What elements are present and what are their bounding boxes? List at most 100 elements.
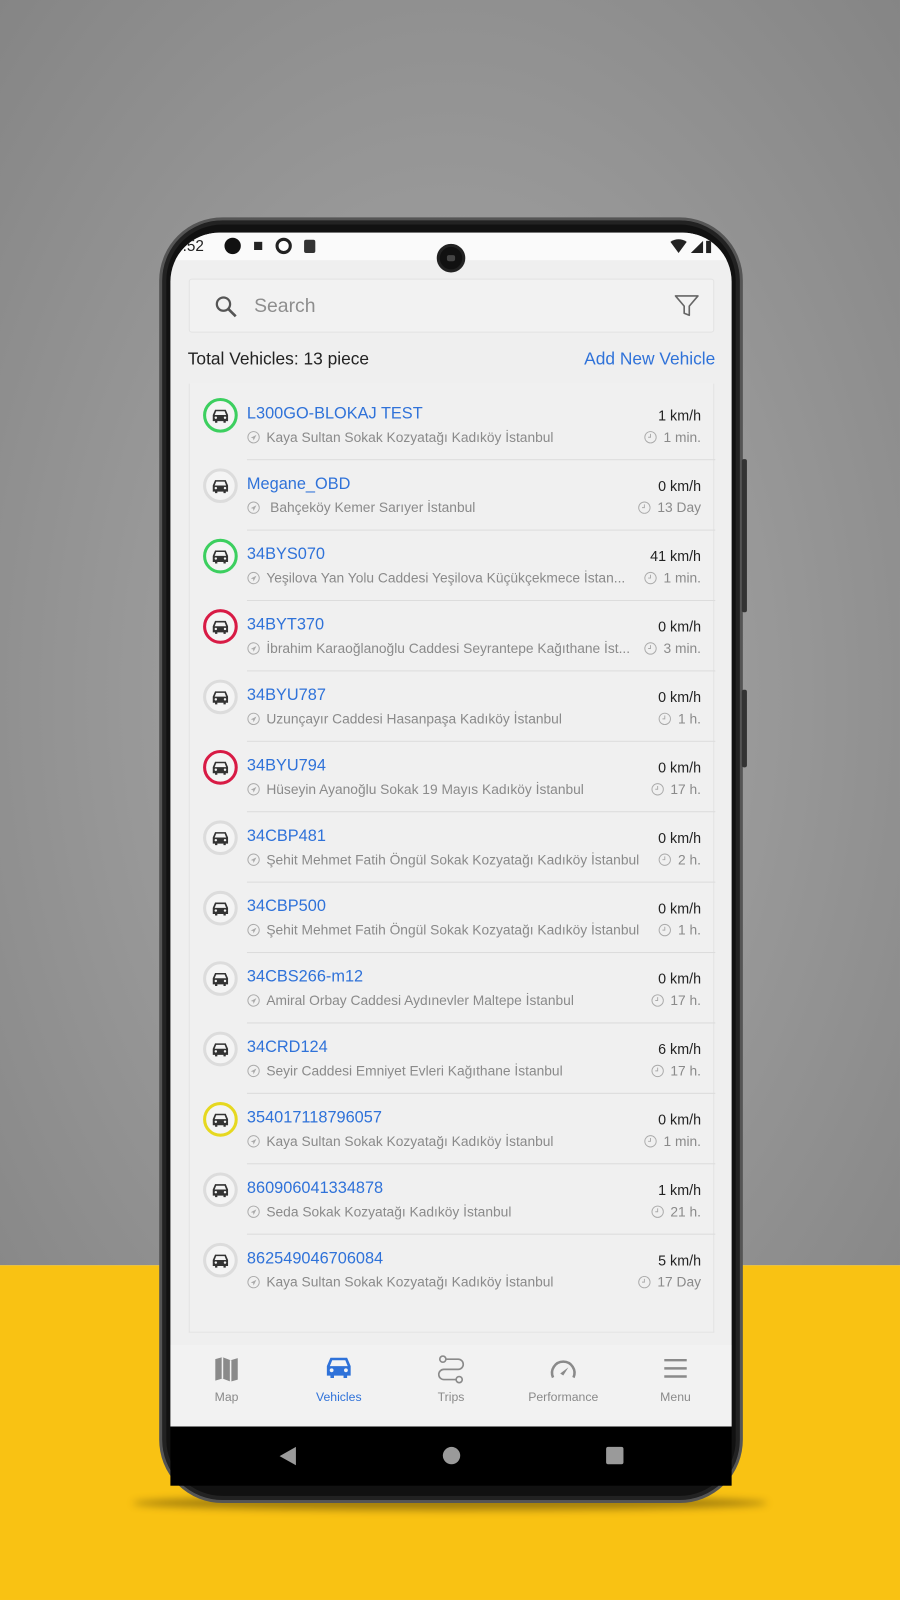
vehicle-row[interactable]: 34CBP500 Şehit Mehmet Fatih Öngül Sokak …	[190, 883, 716, 954]
vehicle-row[interactable]: 34BYT370 İbrahim Karaoğlanoğlu Caddesi S…	[190, 601, 716, 672]
clock-icon	[651, 1064, 664, 1078]
nav-tab-label: Vehicles	[315, 1389, 362, 1405]
vehicle-status-icon	[203, 679, 238, 715]
clock-icon	[651, 994, 664, 1007]
search-input[interactable]: Search	[254, 296, 315, 318]
vehicle-status-icon	[203, 749, 238, 785]
vehicle-row[interactable]: 34CRD124 Seyir Caddesi Emniyet Evleri Ka…	[190, 1023, 716, 1094]
vehicle-speed: 1 km/h	[658, 407, 702, 424]
vehicle-speed: 0 km/h	[658, 688, 702, 706]
vehicle-name[interactable]: 34CBS266-m12	[247, 968, 363, 986]
vehicle-address: Amiral Orbay Caddesi Aydınevler Maltepe …	[247, 993, 574, 1008]
location-arrow-icon	[247, 1135, 260, 1148]
nav-tab-map[interactable]: Map	[170, 1345, 282, 1427]
vehicle-last-update-text: 1 min.	[663, 429, 702, 445]
vehicle-name[interactable]: 34CBP500	[247, 898, 326, 916]
vehicle-speed: 0 km/h	[658, 759, 702, 776]
vehicle-address: Şehit Mehmet Fatih Öngül Sokak Kozyatağı…	[247, 852, 639, 867]
vehicle-address-text: Seda Sokak Kozyatağı Kadıköy İstanbul	[266, 1204, 512, 1220]
clock-icon	[638, 501, 651, 514]
vehicle-speed: 0 km/h	[658, 899, 702, 917]
vehicle-status-icon	[203, 1031, 238, 1067]
vehicle-last-update: 1 h.	[659, 711, 701, 727]
vehicle-row[interactable]: 34BYU787 Uzunçayır Caddesi Hasanpaşa Kad…	[190, 671, 716, 742]
location-arrow-icon	[247, 501, 260, 514]
vehicle-row[interactable]: L300GO-BLOKAJ TEST Kaya Sultan Sokak Koz…	[190, 390, 716, 461]
vehicle-address-text: Şehit Mehmet Fatih Öngül Sokak Kozyatağı…	[266, 922, 640, 938]
vehicle-address: Kaya Sultan Sokak Kozyatağı Kadıköy İsta…	[247, 430, 554, 445]
hamburger-icon	[664, 1358, 687, 1378]
vehicle-list: L300GO-BLOKAJ TEST Kaya Sultan Sokak Koz…	[188, 383, 716, 1333]
clock-icon	[644, 571, 657, 585]
vehicle-last-update-text: 2 h.	[678, 852, 702, 868]
vehicle-status-icon	[203, 1172, 238, 1208]
vehicle-row[interactable]: 860906041334878 Seda Sokak Kozyatağı Kad…	[190, 1164, 716, 1235]
nav-tab-vehicles[interactable]: Vehicles	[283, 1345, 395, 1427]
location-arrow-icon	[247, 1205, 260, 1218]
location-arrow-icon	[247, 923, 260, 937]
vehicle-name[interactable]: 34BYT370	[247, 616, 324, 634]
vehicle-last-update: 13 Day	[638, 500, 701, 515]
clock-icon	[651, 1205, 664, 1218]
location-arrow-icon	[247, 1275, 260, 1289]
back-icon[interactable]	[278, 1446, 298, 1466]
vehicle-address: Bahçeköy Kemer Sarıyer İstanbul	[247, 500, 475, 515]
vehicle-name[interactable]: Megane_OBD	[247, 476, 350, 494]
vehicle-name[interactable]: 354017118796057	[247, 1109, 382, 1127]
nav-tab-menu[interactable]: Menu	[619, 1345, 731, 1427]
vehicle-last-update: 1 h.	[659, 922, 702, 938]
vehicle-name[interactable]: 34CBP481	[247, 828, 326, 846]
vehicle-last-update: 17 Day	[638, 1274, 702, 1290]
vehicle-address: Hüseyin Ayanoğlu Sokak 19 Mayıs Kadıköy …	[247, 782, 584, 797]
location-arrow-icon	[247, 1064, 260, 1078]
nav-tab-label: Performance	[528, 1389, 599, 1405]
location-arrow-icon	[247, 712, 260, 726]
clock-icon	[659, 923, 672, 937]
vehicle-row[interactable]: 862549046706084 Kaya Sultan Sokak Kozyat…	[190, 1235, 716, 1305]
recents-icon[interactable]	[606, 1446, 624, 1465]
clock-icon	[659, 853, 672, 866]
vehicle-address: Seyir Caddesi Emniyet Evleri Kağıthane İ…	[247, 1063, 563, 1079]
nav-tab-trips[interactable]: Trips	[395, 1345, 507, 1427]
vehicle-row[interactable]: 354017118796057 Kaya Sultan Sokak Kozyat…	[190, 1094, 716, 1165]
vehicle-name[interactable]: 860906041334878	[247, 1180, 383, 1198]
vehicle-last-update-text: 21 h.	[670, 1204, 702, 1220]
vehicle-name[interactable]: L300GO-BLOKAJ TEST	[247, 405, 423, 423]
home-icon[interactable]	[442, 1446, 461, 1465]
vehicle-last-update-text: 17 Day	[657, 1274, 702, 1290]
vehicle-name[interactable]: 34BYU787	[247, 687, 326, 705]
vehicle-row[interactable]: 34CBP481 Şehit Mehmet Fatih Öngül Sokak …	[190, 812, 716, 883]
clock-icon	[638, 1275, 651, 1289]
clock-icon	[644, 642, 657, 655]
add-new-vehicle-button[interactable]: Add New Vehicle	[584, 349, 715, 369]
vehicle-last-update: 1 min.	[644, 570, 701, 586]
vehicle-status-icon	[203, 609, 238, 644]
nav-tab-label: Trips	[437, 1389, 465, 1405]
vehicle-address: Uzunçayır Caddesi Hasanpaşa Kadıköy İsta…	[247, 711, 562, 727]
vehicle-name[interactable]: 34BYU794	[247, 757, 326, 775]
vehicle-row[interactable]: 34BYU794 Hüseyin Ayanoğlu Sokak 19 Mayıs…	[190, 742, 716, 813]
wifi-signal-icon	[670, 239, 712, 254]
vehicle-last-update: 3 min.	[644, 641, 701, 656]
vehicle-name[interactable]: 34CRD124	[247, 1039, 328, 1057]
vehicle-last-update-text: 1 h.	[678, 922, 702, 938]
vehicle-name[interactable]: 862549046706084	[247, 1250, 383, 1268]
search-bar[interactable]: Search	[188, 278, 715, 333]
vehicle-status-icon	[203, 820, 238, 856]
vehicle-speed: 41 km/h	[650, 547, 702, 565]
location-arrow-icon	[247, 431, 260, 444]
total-vehicles-label: Total Vehicles: 13 piece	[187, 348, 370, 369]
map-icon	[215, 1357, 238, 1382]
route-icon	[438, 1355, 465, 1384]
vehicle-speed: 0 km/h	[658, 970, 702, 987]
vehicle-row[interactable]: 34CBS266-m12 Amiral Orbay Caddesi Aydıne…	[190, 953, 716, 1024]
vehicle-row[interactable]: 34BYS070 Yeşilova Yan Yolu Caddesi Yeşil…	[190, 531, 716, 602]
vehicle-row[interactable]: Megane_OBD Bahçeköy Kemer Sarıyer İstanb…	[190, 460, 716, 531]
vehicle-address: İbrahim Karaoğlanoğlu Caddesi Seyrantepe…	[247, 641, 630, 656]
system-navigation-bar	[170, 1426, 732, 1486]
vehicle-name[interactable]: 34BYS070	[247, 546, 325, 564]
nav-tab-performance[interactable]: Performance	[507, 1345, 619, 1427]
vehicle-speed: 6 km/h	[658, 1040, 702, 1058]
bottom-navigation: Map Vehicles Trips Performance Menu	[170, 1344, 732, 1427]
filter-icon[interactable]	[673, 293, 700, 320]
